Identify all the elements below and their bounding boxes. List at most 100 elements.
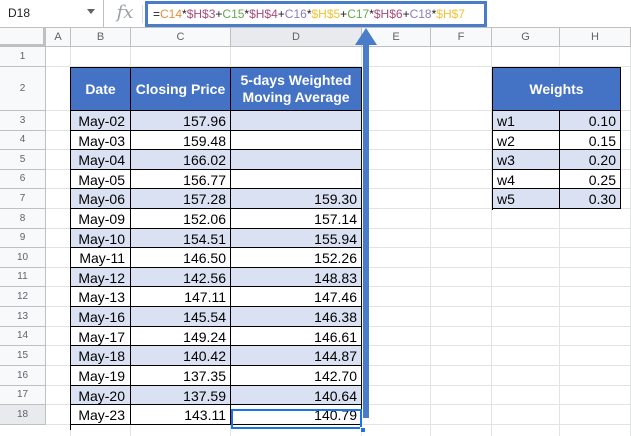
date-cell[interactable]: May-11 [71,248,131,268]
weight-name-cell[interactable]: w1 [493,111,560,131]
closing-price-cell[interactable]: 147.11 [131,287,231,307]
row-header-4[interactable]: 4 [0,131,46,150]
closing-price-cell[interactable]: 142.56 [131,268,231,287]
wma-cell[interactable]: 159.30 [231,189,362,209]
closing-price-cell[interactable]: 137.35 [131,366,231,386]
date-cell[interactable]: May-18 [71,346,131,366]
date-cell[interactable]: May-17 [71,327,131,346]
wma-cell[interactable]: 144.87 [231,346,362,366]
wma-cell[interactable] [231,170,362,189]
column-header-f[interactable]: F [431,28,492,47]
formula-token: $H$6 [373,7,403,21]
closing-price-cell[interactable]: 157.28 [131,189,231,209]
wma-cell[interactable] [231,111,362,131]
name-box[interactable]: D18 [0,0,104,27]
formula-token: C18 [409,7,432,21]
column-header-h[interactable]: H [560,28,631,47]
fx-icon: fx [116,2,134,23]
wma-cell[interactable]: 146.38 [231,307,362,327]
weight-name-cell[interactable]: w3 [493,150,560,170]
wma-cell[interactable]: 140.79 [231,405,362,425]
column-header-a[interactable]: A [46,28,71,47]
weight-name-cell[interactable]: w2 [493,131,560,150]
wma-cell[interactable]: 147.46 [231,287,362,307]
date-cell[interactable]: May-23 [71,405,131,425]
row-header-5[interactable]: 5 [0,150,46,170]
date-cell[interactable]: May-02 [71,111,131,131]
row-header-12[interactable]: 12 [0,287,46,307]
date-cell[interactable]: May-09 [71,209,131,229]
formula-token: + [277,7,285,21]
date-cell[interactable]: May-13 [71,287,131,307]
row-header-1[interactable]: 1 [0,47,46,67]
date-cell[interactable]: May-04 [71,150,131,170]
row-header-10[interactable]: 10 [0,248,46,268]
date-cell[interactable]: May-05 [71,170,131,189]
row-header-14[interactable]: 14 [0,327,46,346]
weight-value-cell[interactable]: 0.10 [560,111,621,131]
wma-cell[interactable]: 152.26 [231,248,362,268]
weight-value-cell[interactable]: 0.25 [560,170,621,189]
row-header-18[interactable]: 18 [0,405,46,425]
closing-price-cell[interactable]: 166.02 [131,150,231,170]
gridline-vertical [430,47,431,436]
formula-separator [142,5,143,23]
closing-price-cell[interactable]: 146.50 [131,248,231,268]
wma-cell[interactable] [231,131,362,150]
select-all-corner[interactable] [0,28,46,47]
wma-cell[interactable]: 146.61 [231,327,362,346]
date-cell[interactable]: May-20 [71,386,131,405]
fill-handle[interactable] [360,427,366,433]
wma-cell[interactable] [231,150,362,170]
closing-price-cell[interactable]: 152.06 [131,209,231,229]
closing-price-cell[interactable]: 137.59 [131,386,231,405]
formula-token: $H$4 [249,7,278,21]
closing-price-cell[interactable]: 145.54 [131,307,231,327]
closing-price-cell[interactable]: 159.48 [131,131,231,150]
row-header-17[interactable]: 17 [0,386,46,405]
weight-value-cell[interactable]: 0.15 [560,131,621,150]
closing-price-cell[interactable]: 157.96 [131,111,231,131]
formula-bar: D18 fx =C14*$H$3+C15*$H$4+C16*$H$5+C17*$… [0,0,631,28]
row-header-13[interactable]: 13 [0,307,46,327]
date-cell[interactable]: May-10 [71,229,131,248]
closing-price-cell[interactable]: 140.42 [131,346,231,366]
row-header-15[interactable]: 15 [0,346,46,366]
closing-price-cell[interactable]: 143.11 [131,405,231,425]
weight-name-cell[interactable]: w5 [493,189,560,209]
formula-token: $H$5 [311,7,341,21]
weight-value-cell[interactable]: 0.30 [560,189,621,209]
weight-name-cell[interactable]: w4 [493,170,560,189]
wma-cell[interactable]: 142.70 [231,366,362,386]
chevron-down-icon[interactable] [87,9,95,14]
column-header-c[interactable]: C [131,28,231,47]
row-header-3[interactable]: 3 [0,111,46,131]
row-header-11[interactable]: 11 [0,268,46,287]
column-header-b[interactable]: B [71,28,131,47]
closing-price-cell[interactable]: 149.24 [131,327,231,346]
formula-input[interactable]: =C14*$H$3+C15*$H$4+C16*$H$5+C17*$H$6+C18… [153,7,465,21]
row-header-6[interactable]: 6 [0,170,46,189]
row-header-8[interactable]: 8 [0,209,46,229]
closing-price-cell[interactable]: 156.77 [131,170,231,189]
weight-value-cell[interactable]: 0.20 [560,150,621,170]
row-header-16[interactable]: 16 [0,366,46,386]
date-cell[interactable]: May-06 [71,189,131,209]
date-cell[interactable]: May-19 [71,366,131,386]
formula-token: $H$3 [186,7,216,21]
wma-cell[interactable]: 157.14 [231,209,362,229]
arrow-shaft [363,44,369,418]
formula-token: C14 [160,7,183,21]
closing-price-cell[interactable]: 154.51 [131,229,231,248]
row-header-9[interactable]: 9 [0,229,46,248]
row-header-7[interactable]: 7 [0,189,46,209]
row-header-2[interactable]: 2 [0,67,46,111]
date-cell[interactable]: May-12 [71,268,131,287]
column-header-d[interactable]: D [231,28,362,47]
wma-cell[interactable]: 155.94 [231,229,362,248]
column-header-g[interactable]: G [492,28,560,47]
wma-cell[interactable]: 140.64 [231,386,362,405]
date-cell[interactable]: May-16 [71,307,131,327]
wma-cell[interactable]: 148.83 [231,268,362,287]
date-cell[interactable]: May-03 [71,131,131,150]
